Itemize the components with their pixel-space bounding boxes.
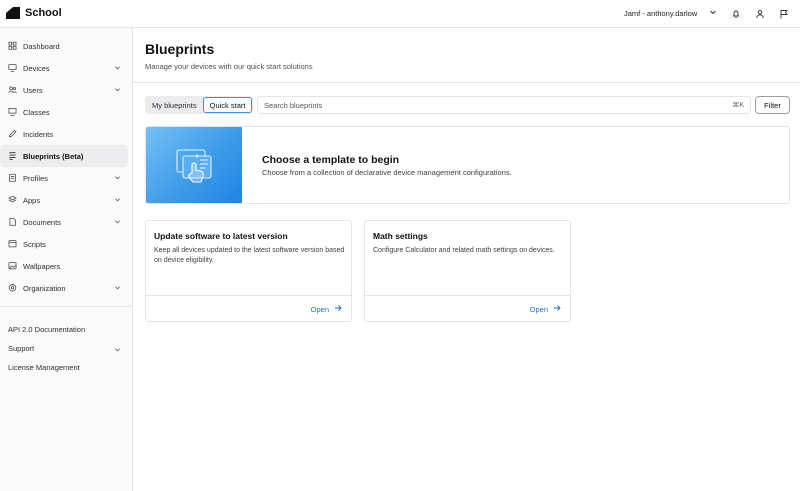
sidebar-item-blueprints-beta[interactable]: Blueprints (Beta) xyxy=(0,145,128,167)
sidebar-item-label: Classes xyxy=(23,107,50,117)
card-title: Math settings xyxy=(373,231,428,241)
main-content: Blueprints Manage your devices with our … xyxy=(133,28,800,491)
sidebar-item-users[interactable]: Users xyxy=(0,79,127,101)
profile-icon xyxy=(8,174,17,183)
tab-quick-start[interactable]: Quick start xyxy=(202,97,253,113)
arrow-right-icon xyxy=(553,304,561,314)
banner-illustration xyxy=(146,127,242,203)
sidebar-divider xyxy=(0,306,133,307)
gear-icon xyxy=(8,284,17,293)
search-box: ⌘K xyxy=(257,96,751,114)
open-link-label: Open xyxy=(529,304,548,314)
pencil-icon xyxy=(8,130,17,139)
sidebar-item-label: Wallpapers xyxy=(23,261,61,271)
sidebar-item-label: Documents xyxy=(23,217,61,227)
sidebar-item-label: Devices xyxy=(23,63,50,73)
sidebar-item-license-management[interactable]: License Management xyxy=(0,358,127,377)
open-link[interactable]: Open xyxy=(530,304,561,314)
school-logo-icon xyxy=(6,6,20,20)
sidebar-item-label: Dashboard xyxy=(23,41,60,51)
image-icon xyxy=(8,262,17,271)
sidebar-item-scripts[interactable]: Scripts xyxy=(0,233,127,255)
card-update-software: Update software to latest version Keep a… xyxy=(145,220,352,322)
classroom-icon xyxy=(8,108,17,117)
sidebar-item-wallpapers[interactable]: Wallpapers xyxy=(0,255,127,277)
banner-title: Choose a template to begin xyxy=(262,154,400,166)
app-name: School xyxy=(25,7,62,19)
sidebar-item-organization[interactable]: Organization xyxy=(0,277,127,299)
sidebar-item-dashboard[interactable]: Dashboard xyxy=(0,35,127,57)
chevron-down-icon xyxy=(115,88,120,92)
sidebar-item-label: Blueprints (Beta) xyxy=(23,151,84,161)
chevron-down-icon xyxy=(115,176,120,180)
sidebar-item-profiles[interactable]: Profiles xyxy=(0,167,127,189)
card-description: Keep all devices updated to the latest s… xyxy=(154,247,345,264)
users-icon xyxy=(8,86,17,95)
chevron-down-icon xyxy=(115,198,120,202)
template-banner: Choose a template to begin Choose from a… xyxy=(145,126,790,204)
page-title: Blueprints xyxy=(145,41,215,57)
grid-icon xyxy=(8,42,17,51)
sidebar-item-label: Profiles xyxy=(23,173,49,183)
user-icon[interactable] xyxy=(754,8,765,19)
chevron-down-icon xyxy=(709,8,717,18)
filter-button[interactable]: Filter xyxy=(755,96,790,114)
sidebar-item-devices[interactable]: Devices xyxy=(0,57,127,79)
sidebar-item-label: Scripts xyxy=(23,239,46,249)
top-icons xyxy=(730,8,789,19)
search-shortcut: ⌘K xyxy=(732,102,744,109)
header-divider xyxy=(133,82,800,83)
sidebar-item-label: Users xyxy=(23,85,43,95)
chevron-down-icon xyxy=(115,348,120,352)
sidebar-item-api-2-0-documentation[interactable]: API 2.0 Documentation xyxy=(0,320,127,339)
page-subtitle: Manage your devices with our quick start… xyxy=(145,62,313,71)
open-link-label: Open xyxy=(310,304,329,314)
sidebar-item-classes[interactable]: Classes xyxy=(0,101,127,123)
sidebar: Dashboard Devices Users Classes Incidents Blu… xyxy=(0,28,133,491)
tab-my-blueprints[interactable]: My blueprints xyxy=(146,97,203,113)
card-divider xyxy=(146,295,351,296)
arrow-right-icon xyxy=(334,304,342,314)
card-description: Configure Calculator and related math se… xyxy=(373,247,555,254)
apps-icon xyxy=(8,196,17,205)
sidebar-nav: Dashboard Devices Users Classes Incidents Blu… xyxy=(0,28,132,299)
open-link[interactable]: Open xyxy=(311,304,342,314)
flag-icon[interactable] xyxy=(778,8,789,19)
tab-group: My blueprints Quick start xyxy=(145,96,254,114)
sidebar-item-documents[interactable]: Documents xyxy=(0,211,127,233)
monitor-icon xyxy=(8,64,17,73)
search-input[interactable] xyxy=(264,100,733,110)
banner-subtitle: Choose from a collection of declarative … xyxy=(262,168,512,177)
blueprint-icon xyxy=(8,152,17,161)
chevron-down-icon xyxy=(115,66,120,70)
sidebar-item-label: API 2.0 Documentation xyxy=(8,325,86,334)
chevron-down-icon xyxy=(115,286,120,290)
card-title: Update software to latest version xyxy=(154,231,288,241)
sidebar-item-label: License Management xyxy=(8,363,80,372)
brand[interactable]: School xyxy=(6,6,62,20)
document-icon xyxy=(8,218,17,227)
chevron-down-icon xyxy=(115,220,120,224)
sidebar-item-support[interactable]: Support xyxy=(0,339,127,358)
sidebar-item-label: Support xyxy=(8,344,35,353)
sidebar-item-apps[interactable]: Apps xyxy=(0,189,127,211)
card-divider xyxy=(365,295,570,296)
sidebar-item-label: Apps xyxy=(23,195,41,205)
account-label: Jamf - anthony.darlow xyxy=(624,8,698,18)
top-bar: School Jamf - anthony.darlow xyxy=(0,0,800,28)
script-icon xyxy=(8,240,17,249)
sidebar-item-incidents[interactable]: Incidents xyxy=(0,123,127,145)
account-menu[interactable]: Jamf - anthony.darlow xyxy=(624,8,717,18)
sidebar-item-label: Incidents xyxy=(23,129,54,139)
template-hand-icon xyxy=(176,149,212,183)
sidebar-item-label: Organization xyxy=(23,283,66,293)
bell-icon[interactable] xyxy=(730,8,741,19)
card-math-settings: Math settings Configure Calculator and r… xyxy=(364,220,571,322)
sidebar-footer-nav: API 2.0 Documentation Support License Mana… xyxy=(0,313,132,377)
